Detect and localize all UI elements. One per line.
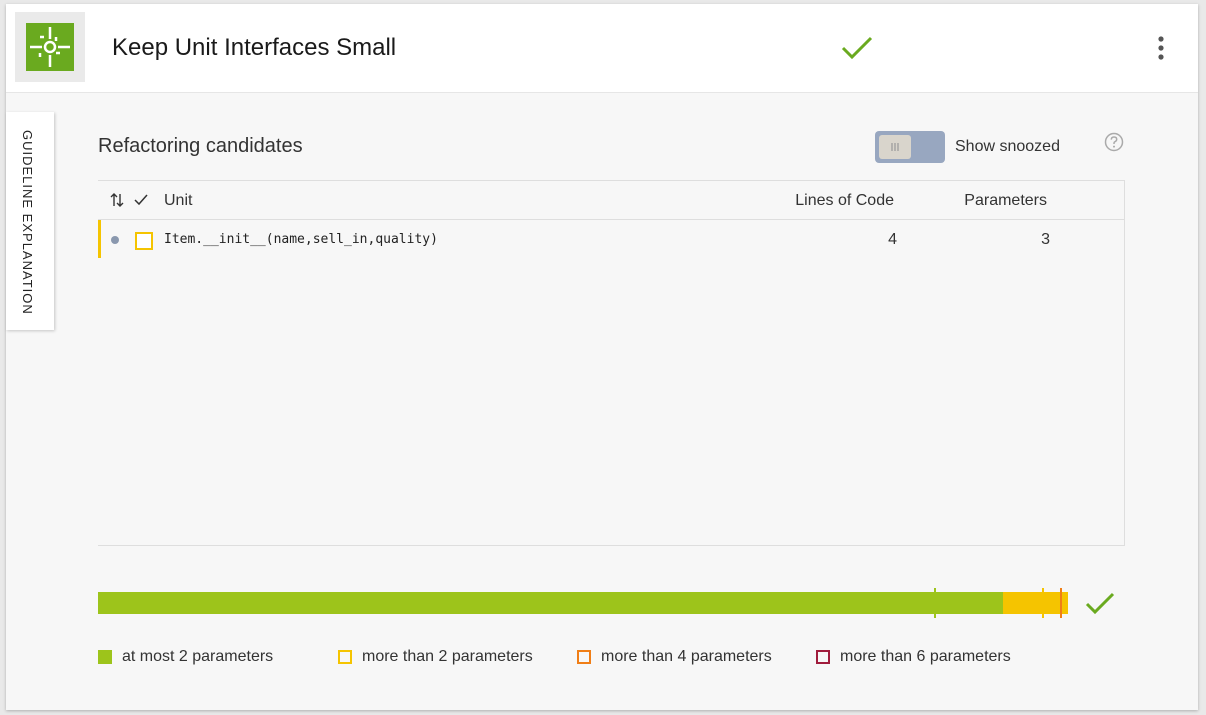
legend-label: more than 4 parameters bbox=[601, 648, 772, 665]
section-title: Refactoring candidates bbox=[98, 135, 303, 157]
more-vert-icon[interactable] bbox=[1152, 34, 1170, 64]
card-header: Keep Unit Interfaces Small bbox=[6, 4, 1198, 93]
candidates-table: Unit Lines of Code Parameters Item.__ini… bbox=[98, 180, 1125, 546]
table-header: Unit Lines of Code Parameters bbox=[98, 181, 1124, 220]
sort-icon[interactable] bbox=[110, 192, 124, 208]
legend-item: more than 2 parameters bbox=[338, 647, 533, 667]
legend-label: more than 6 parameters bbox=[840, 648, 1011, 665]
risk-profile-bar bbox=[98, 588, 1068, 618]
legend-swatch bbox=[816, 650, 830, 664]
row-lines-of-code: 4 bbox=[888, 231, 897, 248]
threshold-marker bbox=[934, 588, 936, 618]
show-snoozed-toggle[interactable] bbox=[875, 131, 945, 163]
legend-item: more than 4 parameters bbox=[577, 647, 772, 667]
guideline-card: Keep Unit Interfaces Small GUIDELINE EXP… bbox=[6, 4, 1198, 710]
legend-swatch bbox=[338, 650, 352, 664]
check-column-icon[interactable] bbox=[134, 193, 148, 207]
threshold-marker bbox=[1060, 588, 1062, 618]
column-parameters[interactable]: Parameters bbox=[964, 192, 1047, 210]
row-checkbox[interactable] bbox=[135, 232, 153, 250]
column-unit[interactable]: Unit bbox=[164, 192, 192, 210]
legend-label: more than 2 parameters bbox=[362, 648, 533, 665]
page-title: Keep Unit Interfaces Small bbox=[112, 34, 397, 61]
check-icon bbox=[841, 36, 873, 60]
guideline-explanation-tab[interactable]: GUIDELINE EXPLANATION bbox=[6, 112, 54, 330]
status-dot bbox=[111, 236, 119, 244]
grip-icon bbox=[891, 143, 899, 151]
legend-item: more than 6 parameters bbox=[816, 647, 1011, 667]
column-lines-of-code[interactable]: Lines of Code bbox=[795, 192, 894, 210]
threshold-marker bbox=[1042, 588, 1044, 618]
help-icon[interactable] bbox=[1104, 132, 1124, 152]
legend-swatch bbox=[98, 650, 112, 664]
risk-bar-segment bbox=[1003, 592, 1068, 614]
legend-swatch bbox=[577, 650, 591, 664]
show-snoozed-label: Show snoozed bbox=[955, 138, 1060, 155]
threshold-check-icon bbox=[1085, 592, 1115, 615]
table-row[interactable]: Item.__init__(name,sell_in,quality) 4 3 bbox=[98, 220, 1127, 258]
toggle-knob[interactable] bbox=[879, 135, 911, 159]
row-parameters: 3 bbox=[1041, 231, 1050, 248]
row-unit[interactable]: Item.__init__(name,sell_in,quality) bbox=[164, 232, 438, 247]
legend-item: at most 2 parameters bbox=[98, 647, 273, 667]
guideline-explanation-label: GUIDELINE EXPLANATION bbox=[20, 130, 35, 315]
risk-bar-segment bbox=[98, 592, 1003, 614]
puzzle-icon bbox=[15, 12, 85, 82]
legend-label: at most 2 parameters bbox=[122, 648, 274, 665]
